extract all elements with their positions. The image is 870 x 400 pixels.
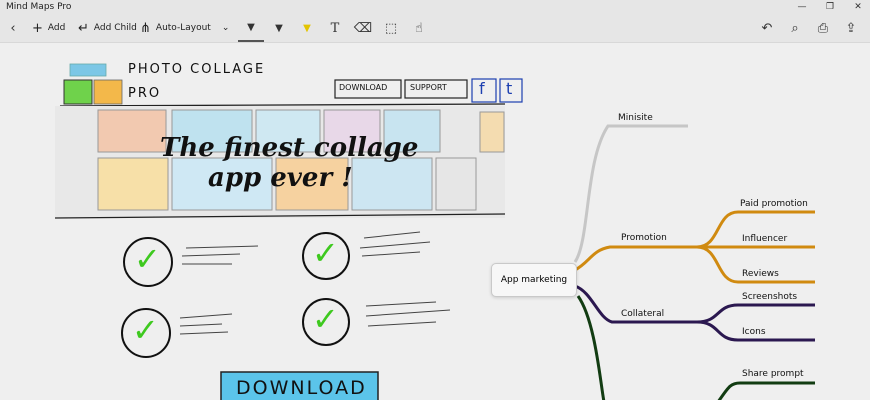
check-icon: ✓ (312, 234, 339, 272)
sketch-headline-line2: app ever ! (208, 163, 353, 193)
check-icon: ✓ (134, 240, 161, 278)
facebook-icon: f (479, 79, 485, 98)
node-paid-promotion[interactable]: Paid promotion (740, 199, 808, 209)
sketch-app-name-line1: PHOTO COLLAGE (128, 62, 266, 77)
check-icon: ✓ (132, 311, 159, 349)
sketch-nav-download: DOWNLOAD (339, 83, 388, 92)
twitter-icon: t (506, 79, 513, 98)
collage-photo (351, 157, 433, 211)
sketch-cta-download: DOWNLOAD (236, 377, 367, 399)
logo-blue-block (69, 63, 107, 77)
node-minisite[interactable]: Minisite (618, 113, 653, 123)
node-screenshots[interactable]: Screenshots (742, 292, 797, 302)
collage-photo (97, 109, 167, 153)
collage-photo (435, 157, 477, 211)
logo-orange-block (93, 79, 123, 105)
node-icons[interactable]: Icons (742, 327, 766, 337)
sketch-headline-line1: The finest collage (160, 133, 419, 163)
logo-green-block (63, 79, 93, 105)
sketch-app-name-line2: PRO (128, 86, 162, 101)
check-icon: ✓ (312, 300, 339, 338)
mind-map-connectors (573, 124, 815, 400)
node-reviews[interactable]: Reviews (742, 269, 779, 279)
sketch-nav-support: SUPPORT (410, 83, 447, 92)
node-promotion[interactable]: Promotion (621, 233, 667, 243)
node-collateral[interactable]: Collateral (621, 309, 664, 319)
node-influencer[interactable]: Influencer (742, 234, 787, 244)
root-node-label: App marketing (500, 275, 568, 285)
collage-photo (97, 157, 169, 211)
collage-photo (479, 111, 505, 153)
header-underline (59, 103, 506, 107)
node-share-prompt[interactable]: Share prompt (742, 369, 804, 379)
mind-map-root-node[interactable]: App marketing (491, 263, 577, 297)
